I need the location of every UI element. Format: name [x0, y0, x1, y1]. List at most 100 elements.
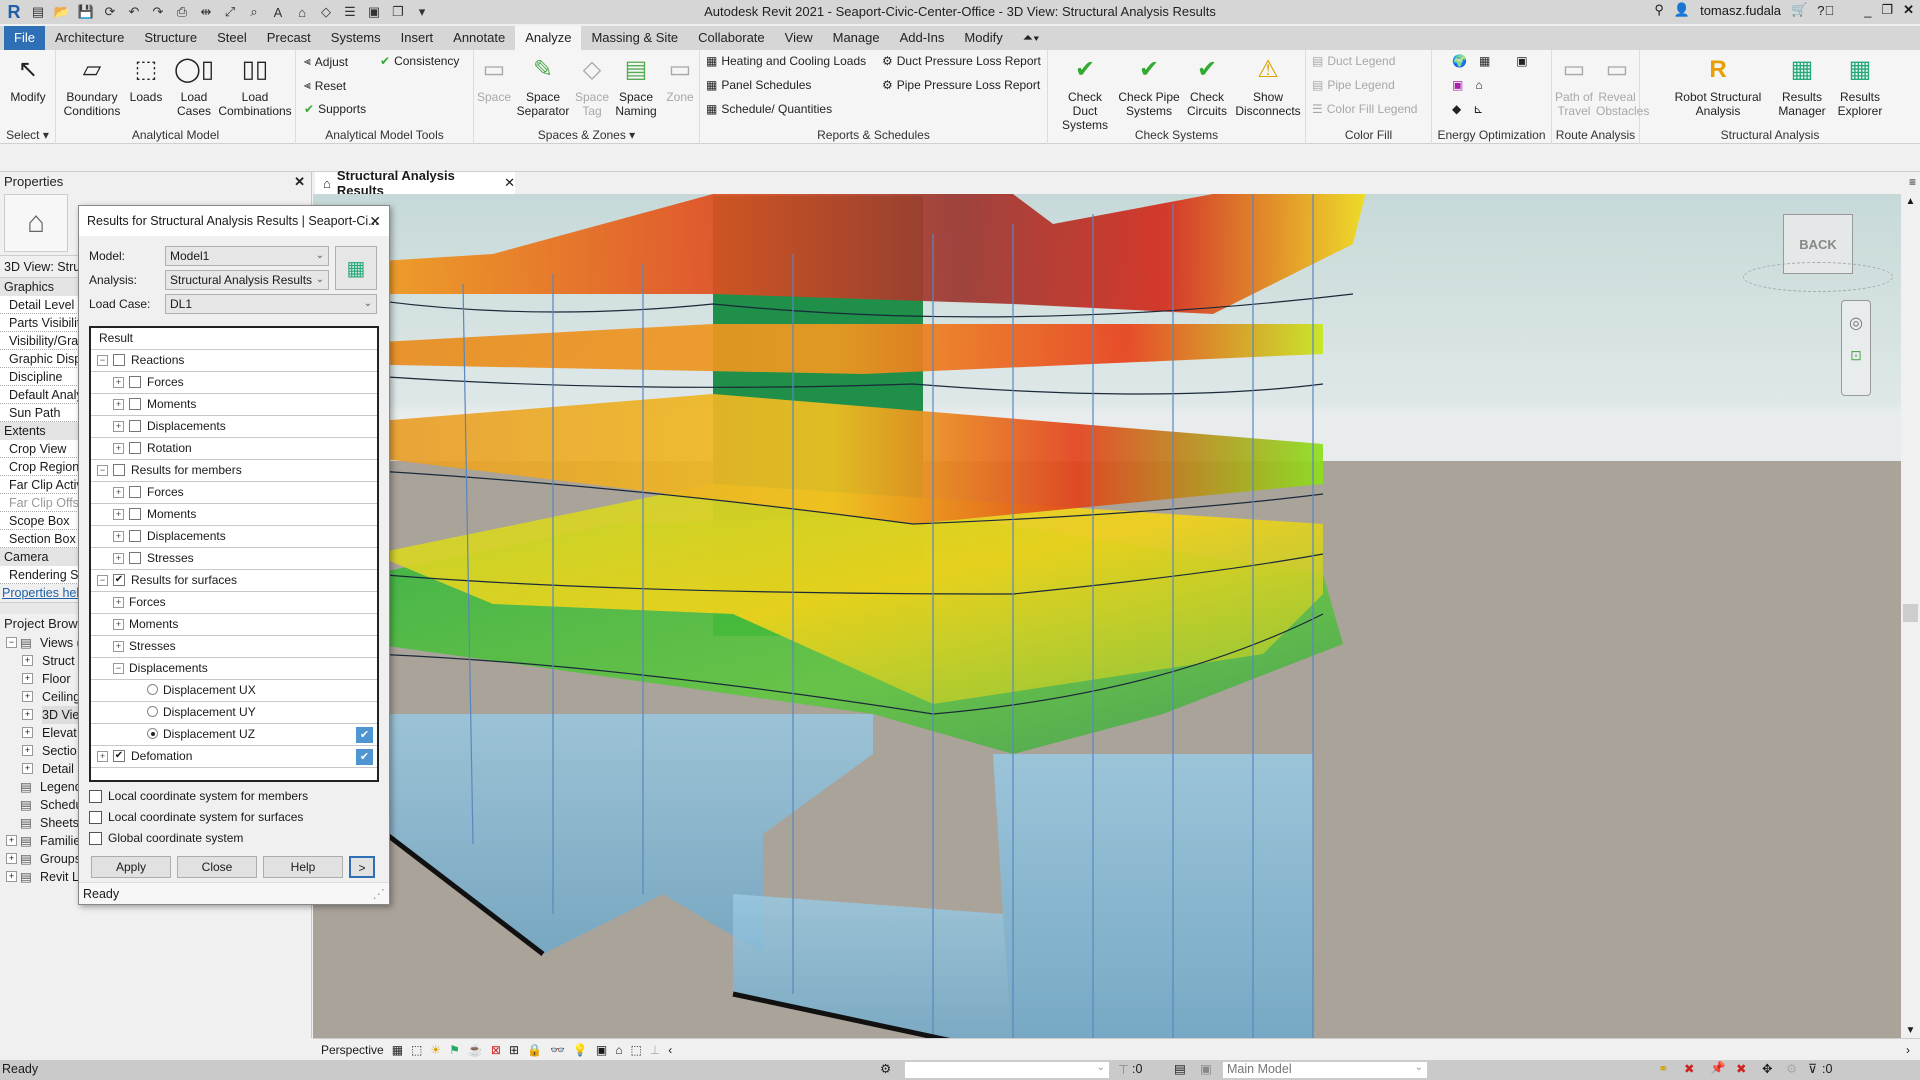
- tab-list-icon[interactable]: ≡: [1909, 175, 1916, 189]
- revit-logo-icon[interactable]: R: [4, 2, 24, 22]
- result-tree-row[interactable]: + Displacements: [91, 526, 377, 548]
- analysis-select[interactable]: Structural Analysis Results ⌄: [165, 270, 329, 290]
- collapse-icon[interactable]: −: [113, 663, 124, 674]
- tab-structure[interactable]: Structure: [134, 26, 207, 50]
- open-icon[interactable]: 📂: [52, 2, 72, 22]
- check-circuits-button[interactable]: ✔ Check Circuits: [1182, 54, 1232, 119]
- result-radio[interactable]: [147, 706, 158, 717]
- adjust-button[interactable]: ⫷ Adjust: [304, 54, 348, 69]
- expand-icon[interactable]: +: [6, 853, 17, 864]
- detail-level-icon[interactable]: ⬚: [411, 1043, 422, 1057]
- worksharing-icon[interactable]: ▣: [596, 1043, 607, 1057]
- space-button[interactable]: ▭ Space: [476, 54, 512, 105]
- help-button[interactable]: Help: [263, 856, 343, 878]
- result-checkbox[interactable]: ✔: [113, 574, 125, 586]
- user-name[interactable]: tomasz.fudala: [1700, 3, 1781, 18]
- cart-icon[interactable]: 🛒: [1791, 2, 1807, 18]
- space-separator-button[interactable]: ✎ Space Separator: [514, 54, 572, 119]
- viewport-vertical-scrollbar[interactable]: ▲ ▼: [1901, 194, 1920, 1038]
- steering-wheel-icon[interactable]: ◎: [1842, 313, 1870, 333]
- expand-icon[interactable]: +: [113, 553, 124, 564]
- tab-precast[interactable]: Precast: [257, 26, 321, 50]
- select-underlay-icon[interactable]: ✖: [1684, 1061, 1694, 1076]
- loads-button[interactable]: ⬚ Loads: [126, 54, 166, 105]
- result-checkbox[interactable]: [129, 376, 141, 388]
- tab-view[interactable]: View: [775, 26, 823, 50]
- result-tree-row[interactable]: + Forces: [91, 482, 377, 504]
- help-icon[interactable]: ?⃝: [1817, 3, 1834, 18]
- worksets-icon[interactable]: ⚙: [880, 1061, 891, 1076]
- robot-structural-analysis-button[interactable]: R Robot Structural Analysis: [1666, 54, 1770, 119]
- 3d-viewport[interactable]: BACK ◎ ⊡: [313, 194, 1901, 1038]
- results-settings-button[interactable]: ▦: [335, 246, 377, 290]
- energy-generate-icon[interactable]: ◆: [1452, 102, 1461, 116]
- lock-view-icon[interactable]: 🔒: [527, 1043, 542, 1057]
- viewcube-compass[interactable]: [1743, 262, 1893, 292]
- exclude-options-icon[interactable]: ▣: [1200, 1061, 1212, 1076]
- option-checkbox[interactable]: [89, 810, 102, 824]
- expand-icon[interactable]: +: [113, 487, 124, 498]
- binoculars-icon[interactable]: ⚲: [1654, 2, 1664, 18]
- coordinate-option[interactable]: Global coordinate system: [89, 831, 243, 845]
- scroll-right-icon[interactable]: ›: [1906, 1043, 1910, 1057]
- schedule-quantities-button[interactable]: ▦ Schedule/ Quantities: [706, 102, 832, 116]
- heating-cooling-button[interactable]: ▦ Heating and Cooling Loads: [706, 54, 866, 68]
- result-checkbox[interactable]: [129, 486, 141, 498]
- energy-view-icon[interactable]: ▣: [1516, 54, 1527, 68]
- energy-zone-icon[interactable]: ⌂: [1475, 78, 1482, 92]
- expand-icon[interactable]: +: [6, 871, 17, 882]
- expand-icon[interactable]: +: [113, 531, 124, 542]
- rendering-icon[interactable]: ☕: [468, 1043, 483, 1057]
- user-icon[interactable]: 👤: [1674, 2, 1690, 18]
- tab-manage[interactable]: Manage: [823, 26, 890, 50]
- result-checkbox[interactable]: [129, 442, 141, 454]
- result-checkbox[interactable]: [129, 530, 141, 542]
- visual-style-icon[interactable]: ▦: [392, 1043, 403, 1057]
- collapse-icon[interactable]: −: [97, 465, 108, 476]
- aligned-dimension-icon[interactable]: ⤢: [220, 2, 240, 22]
- display-toggle-checkbox[interactable]: ✔: [356, 727, 373, 743]
- tag-icon[interactable]: ⌕: [244, 2, 264, 22]
- energy-chart-icon[interactable]: ⊾: [1473, 102, 1483, 116]
- spaces-panel-label[interactable]: Spaces & Zones ▾: [474, 128, 699, 142]
- resize-grip-icon[interactable]: ⋰: [373, 883, 386, 905]
- load-case-select[interactable]: DL1 ⌄: [165, 294, 377, 314]
- editable-only-icon[interactable]: ⊤: [1118, 1062, 1129, 1077]
- select-by-face-icon[interactable]: ✖: [1736, 1061, 1746, 1076]
- measure-icon[interactable]: ⇹: [196, 2, 216, 22]
- design-option-dropdown[interactable]: Main Model ⌄: [1222, 1061, 1428, 1079]
- result-checkbox[interactable]: [113, 354, 125, 366]
- scroll-up-icon[interactable]: ▲: [1901, 196, 1920, 207]
- 3d-view-icon[interactable]: ⌂: [292, 2, 312, 22]
- crop-view-icon[interactable]: ⊠: [491, 1043, 501, 1057]
- tab-modify[interactable]: Modify: [954, 26, 1012, 50]
- section-icon[interactable]: ◇: [316, 2, 336, 22]
- minimize-button[interactable]: _: [1864, 3, 1871, 18]
- design-options-icon[interactable]: ▤: [1174, 1061, 1186, 1076]
- result-checkbox[interactable]: [113, 464, 125, 476]
- expand-icon[interactable]: +: [22, 763, 33, 774]
- restore-button[interactable]: ❐: [1881, 2, 1893, 18]
- expand-icon[interactable]: +: [22, 745, 33, 756]
- expand-icon[interactable]: +: [113, 597, 124, 608]
- boundary-conditions-button[interactable]: ▱ Boundary Conditions: [62, 54, 122, 119]
- energy-table-icon[interactable]: ▦: [1479, 54, 1490, 68]
- reveal-obstacles-button[interactable]: ▭ Reveal Obstacles: [1596, 54, 1649, 119]
- energy-settings-icon[interactable]: 🌍: [1452, 54, 1467, 68]
- zoom-region-icon[interactable]: ⊡: [1842, 347, 1870, 364]
- result-tree-row[interactable]: + Moments: [91, 504, 377, 526]
- result-radio[interactable]: [147, 728, 158, 739]
- select-panel-label[interactable]: Select ▾: [0, 128, 55, 142]
- expand-icon[interactable]: +: [22, 691, 33, 702]
- expand-icon[interactable]: +: [22, 709, 33, 720]
- result-tree-row[interactable]: + Stresses: [91, 548, 377, 570]
- pipe-pressure-button[interactable]: ⚙ Pipe Pressure Loss Report: [882, 78, 1040, 92]
- result-tree-row[interactable]: − Displacements: [91, 658, 377, 680]
- dialog-close-icon[interactable]: ✕: [369, 206, 381, 236]
- result-tree-row[interactable]: Displacement UX: [91, 680, 377, 702]
- load-combinations-button[interactable]: ▯▯ Load Combinations: [216, 54, 294, 119]
- result-checkbox[interactable]: [129, 398, 141, 410]
- result-tree-row[interactable]: + Moments: [91, 394, 377, 416]
- redo-icon[interactable]: ↷: [148, 2, 168, 22]
- supports-button[interactable]: ✔ Supports: [304, 102, 366, 116]
